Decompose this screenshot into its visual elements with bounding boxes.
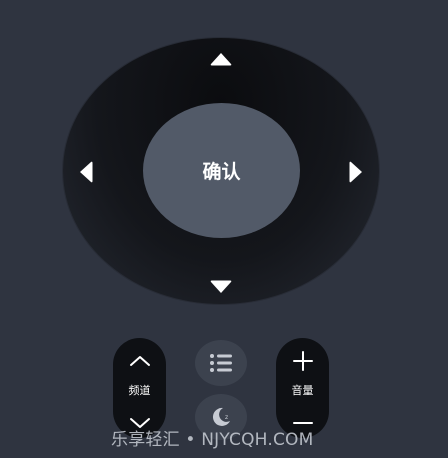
- plus-icon: [292, 351, 313, 371]
- menu-button[interactable]: [195, 340, 247, 386]
- up-button[interactable]: [203, 44, 239, 74]
- volume-label: 音量: [291, 384, 314, 397]
- arrow-left-icon: [80, 161, 93, 183]
- arrow-down-icon: [210, 280, 232, 293]
- direction-pad: 确认: [63, 38, 379, 304]
- list-icon: [210, 354, 232, 372]
- channel-label: 频道: [128, 384, 151, 397]
- svg-text:z: z: [225, 414, 228, 421]
- left-button[interactable]: [71, 156, 101, 188]
- arrow-up-icon: [210, 53, 232, 66]
- right-button[interactable]: [341, 156, 371, 188]
- arrow-right-icon: [349, 161, 362, 183]
- remote-control-screen: 确认 频道 z 音量 乐享轻汇 • NJYCQH.COM: [0, 0, 448, 458]
- volume-control: 音量: [276, 338, 329, 438]
- ok-button[interactable]: 确认: [143, 103, 300, 238]
- watermark: 乐享轻汇 • NJYCQH.COM: [111, 430, 314, 450]
- chevron-up-icon: [129, 356, 150, 366]
- channel-up-button[interactable]: [113, 344, 166, 378]
- channel-control: 频道: [113, 338, 166, 438]
- ok-label: 确认: [202, 161, 241, 183]
- down-button[interactable]: [203, 272, 239, 302]
- volume-up-button[interactable]: [276, 344, 329, 378]
